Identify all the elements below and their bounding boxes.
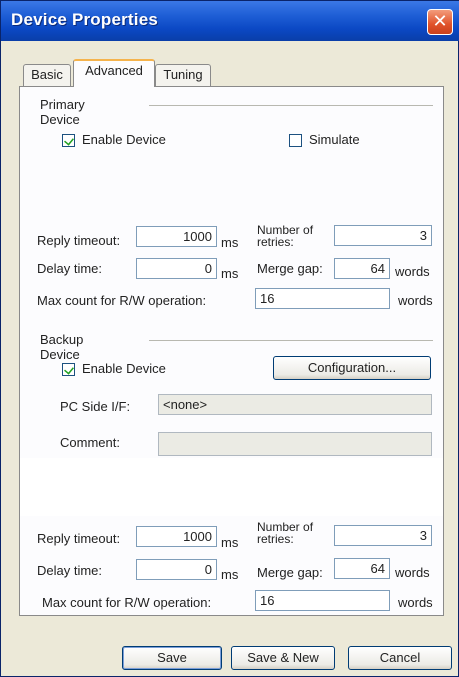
backup-retries-label-line2: retries: <box>257 532 294 546</box>
primary-group-divider <box>149 105 433 106</box>
simulate-label: Simulate <box>309 132 360 147</box>
backup-maxcount-label: Max count for R/W operation: <box>42 595 212 610</box>
primary-maxcount-label: Max count for R/W operation: <box>37 293 207 308</box>
backup-reply-timeout-input[interactable]: 1000 <box>136 526 217 547</box>
tab-basic-label: Basic <box>31 67 63 82</box>
primary-retries-input[interactable]: 3 <box>334 225 432 246</box>
primary-reply-timeout-input[interactable]: 1000 <box>136 226 217 247</box>
primary-merge-gap-label: Merge gap: <box>257 261 323 276</box>
panel-spacer <box>20 458 443 516</box>
backup-merge-gap-unit: words <box>395 565 430 580</box>
backup-device-title: Backup Device <box>40 332 84 362</box>
checkmark-icon <box>64 135 74 146</box>
backup-maxcount-input[interactable]: 16 <box>255 590 390 611</box>
title-bar[interactable]: Device Properties ✕ <box>1 1 459 41</box>
backup-reply-timeout-unit: ms <box>221 535 239 550</box>
checkmark-icon <box>64 364 74 375</box>
device-properties-window: Device Properties ✕ Basic Advanced Tunin… <box>0 0 459 677</box>
tab-advanced-label: Advanced <box>85 63 143 78</box>
backup-reply-timeout-label: Reply timeout: <box>37 531 121 546</box>
primary-enable-checkbox[interactable] <box>62 134 75 147</box>
save-and-new-button[interactable]: Save & New <box>231 646 335 670</box>
configuration-button[interactable]: Configuration... <box>273 356 431 380</box>
primary-merge-gap-unit: words <box>395 264 430 279</box>
window-title: Device Properties <box>11 10 159 29</box>
backup-merge-gap-label: Merge gap: <box>257 565 323 580</box>
tab-tuning[interactable]: Tuning <box>155 64 211 86</box>
backup-delay-input[interactable]: 0 <box>136 559 217 580</box>
primary-maxcount-unit: words <box>398 293 433 308</box>
backup-merge-gap-input[interactable]: 64 <box>334 558 390 579</box>
simulate-checkbox[interactable] <box>289 134 302 147</box>
comment-label: Comment: <box>60 435 120 450</box>
pc-side-if-field: <none> <box>158 394 432 415</box>
primary-maxcount-input[interactable]: 16 <box>255 288 390 309</box>
comment-field <box>158 432 432 456</box>
primary-delay-unit: ms <box>221 266 239 281</box>
tab-basic[interactable]: Basic <box>23 64 71 86</box>
primary-enable-label: Enable Device <box>82 132 166 147</box>
backup-delay-unit: ms <box>221 567 239 582</box>
primary-merge-gap-input[interactable]: 64 <box>334 258 390 279</box>
primary-device-title: Primary Device <box>40 97 85 127</box>
close-icon: ✕ <box>432 11 448 31</box>
save-button[interactable]: Save <box>122 646 222 670</box>
pc-side-if-label: PC Side I/F: <box>60 399 131 414</box>
primary-retries-label-line2: retries: <box>257 235 294 249</box>
backup-enable-checkbox[interactable] <box>62 363 75 376</box>
tab-advanced[interactable]: Advanced <box>73 59 155 87</box>
primary-reply-timeout-label: Reply timeout: <box>37 233 121 248</box>
primary-delay-input[interactable]: 0 <box>136 258 217 279</box>
cancel-button[interactable]: Cancel <box>348 646 452 670</box>
backup-retries-input[interactable]: 3 <box>334 525 432 546</box>
backup-enable-label: Enable Device <box>82 361 166 376</box>
tab-tuning-label: Tuning <box>163 67 203 82</box>
primary-reply-timeout-unit: ms <box>221 235 239 250</box>
backup-group-divider <box>149 340 433 341</box>
close-button[interactable]: ✕ <box>427 9 453 35</box>
primary-delay-label: Delay time: <box>37 261 103 276</box>
backup-delay-label: Delay time: <box>37 563 103 578</box>
backup-maxcount-unit: words <box>398 595 433 610</box>
